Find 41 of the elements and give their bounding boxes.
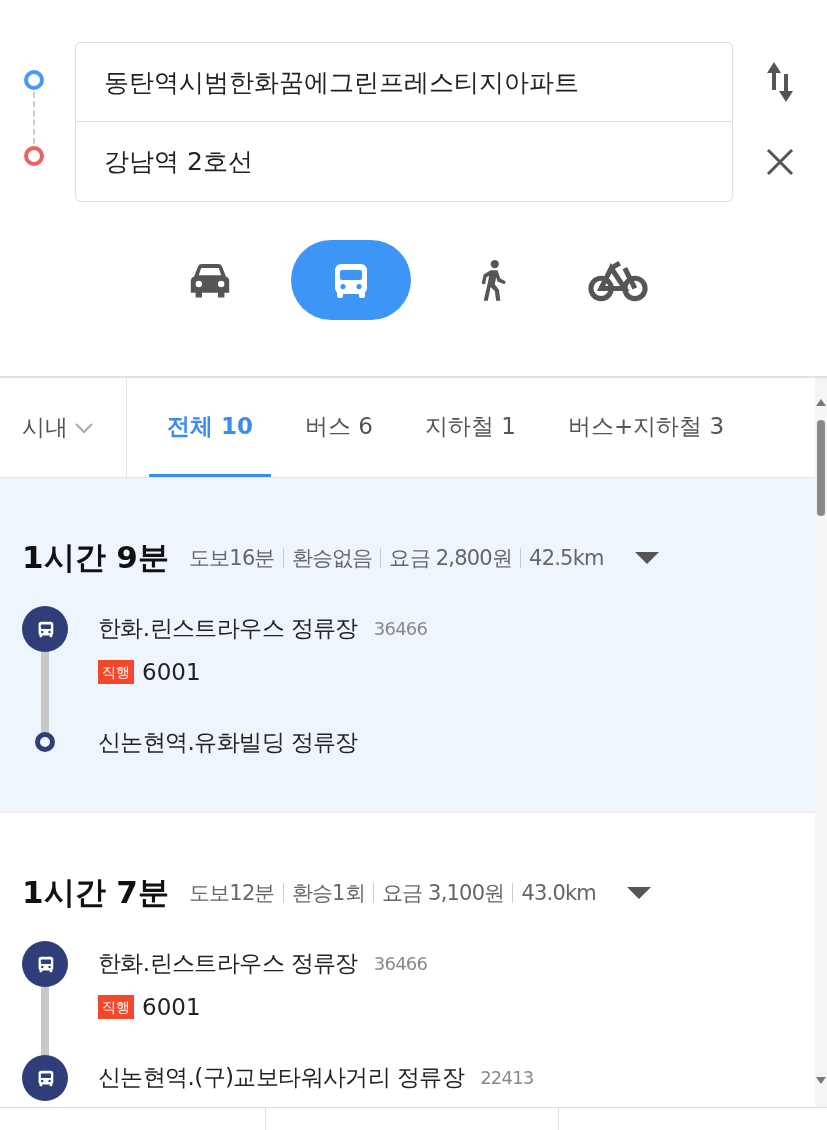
origin-field[interactable]: 동탄역시범한화꿈에그린프레스티지아파트 (75, 42, 733, 122)
route-detail: 43.0km (512, 883, 605, 903)
bicycle-icon (586, 258, 649, 302)
route-detail: 42.5km (520, 548, 612, 568)
filter-tab[interactable]: 지하철 1 (406, 378, 534, 477)
swap-icon (765, 60, 795, 104)
bus-number: 6001 (142, 659, 201, 685)
filter-tab[interactable]: 버스+지하철 3 (549, 378, 743, 477)
stop-name: 한화.린스트라우스 정류장 (98, 948, 358, 978)
route-duration: 1시간 7분 (22, 873, 169, 912)
stop-number: 36466 (373, 617, 428, 639)
triangle-down-icon (626, 886, 653, 900)
route-detail: 도보16분 (187, 545, 276, 572)
stop-name: 한화.린스트라우스 정류장 (98, 613, 358, 643)
stop-name: 신논현역.유화빌딩 정류장 (98, 727, 358, 757)
bus-type-badge: 직행 (98, 995, 134, 1019)
route-card[interactable]: 1시간 9분 도보16분 환승없음 요금 2,800원 42.5km 한화.린스트라우스 정류장 36466 직행 6001 신논현역.유화빌딩 정류장 (0, 478, 815, 813)
origin-marker (23, 70, 44, 90)
bus-type-badge: 직행 (98, 660, 134, 684)
route-duration: 1시간 9분 (22, 538, 169, 577)
bus-number: 6001 (142, 994, 201, 1020)
route-detail: 요금 3,100원 (372, 883, 513, 903)
stop-name: 신논현역.(구)교보타워사거리 정류장 (98, 1062, 465, 1092)
route-detail: 도보12분 (187, 880, 276, 907)
stop-point-icon (34, 731, 56, 753)
destination-field[interactable]: 강남역 2호선 (75, 122, 733, 202)
stop-number: 22413 (480, 1066, 534, 1088)
route-detail: 요금 2,800원 (380, 548, 521, 568)
route-detail: 환승없음 (282, 548, 381, 568)
route-detail: 환승1회 (282, 883, 373, 903)
scrollbar-thumb[interactable] (817, 420, 825, 516)
close-icon (765, 147, 795, 177)
region-dropdown[interactable]: 시내 (0, 378, 127, 477)
filter-tab[interactable]: 버스 6 (287, 378, 391, 477)
destination-marker (23, 146, 44, 166)
bus-stop-icon (22, 606, 68, 652)
bus-stop-icon (22, 1055, 68, 1101)
triangle-down-icon (633, 551, 660, 565)
stop-number: 36466 (373, 952, 428, 974)
bus-stop-icon (22, 941, 68, 987)
chevron-down-icon (74, 421, 94, 434)
